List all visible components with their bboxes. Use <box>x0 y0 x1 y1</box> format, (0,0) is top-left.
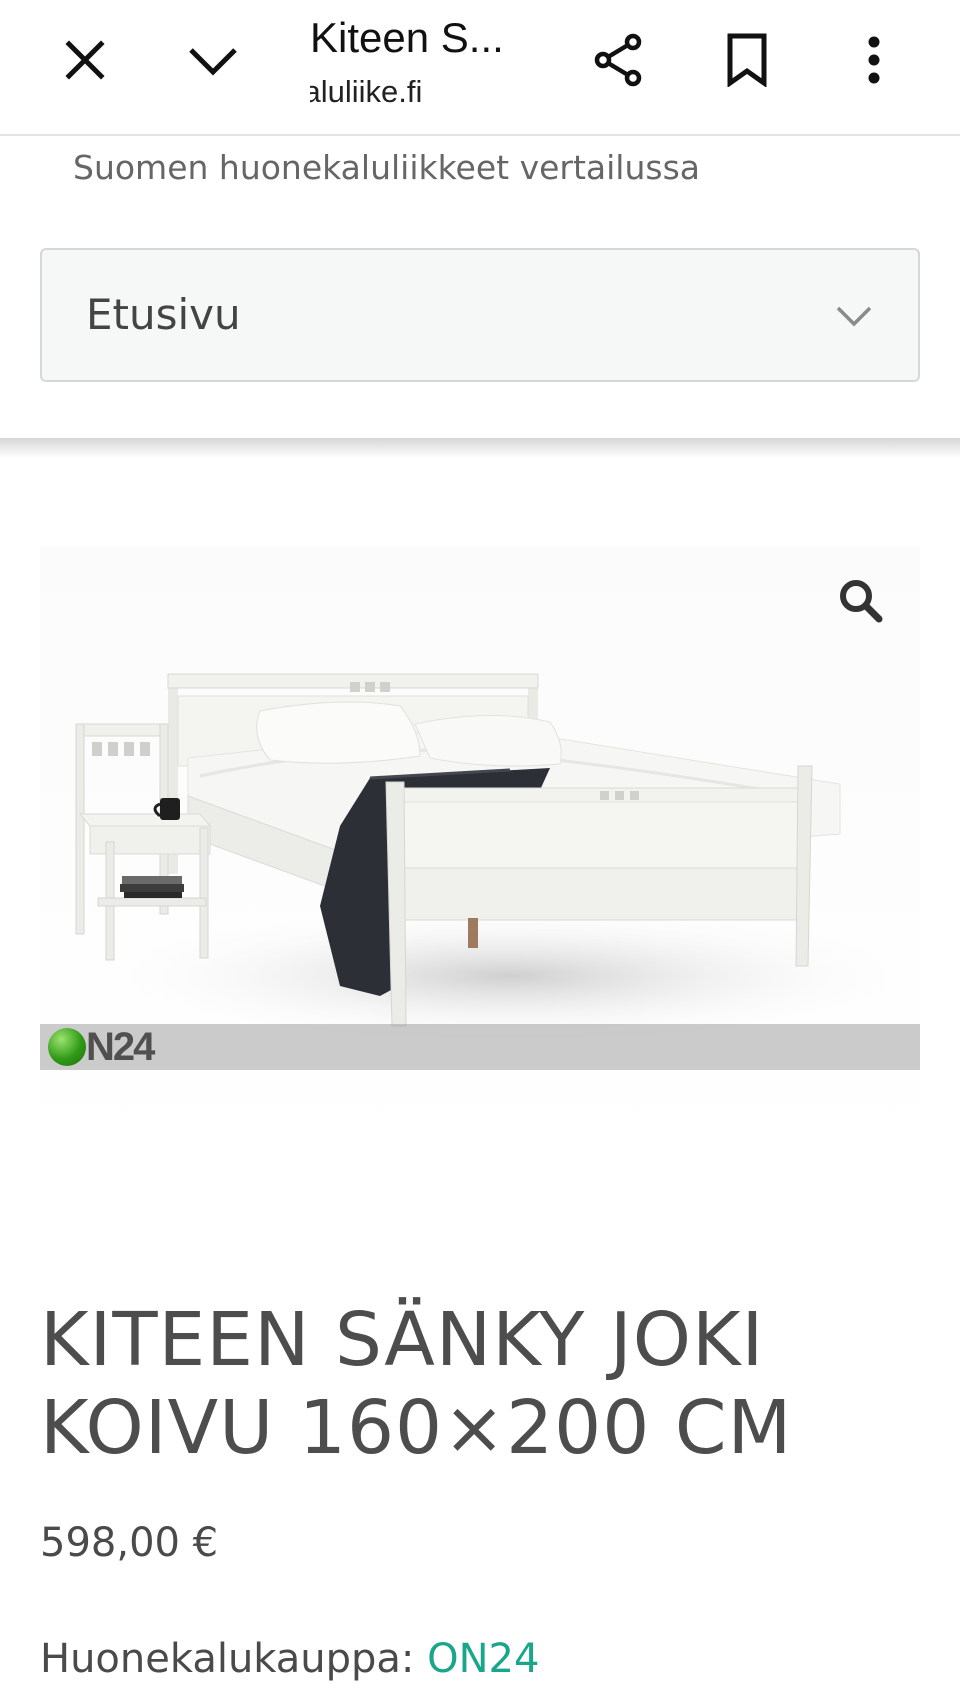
watermark-text: N24 <box>86 1024 155 1069</box>
share-button[interactable] <box>587 28 651 92</box>
share-icon <box>591 32 647 88</box>
more-vert-icon <box>866 36 882 84</box>
search-icon <box>837 577 885 630</box>
browser-toolbar: Kiteen S... kaluliike.fi <box>0 0 960 136</box>
chevron-down-icon <box>834 296 874 341</box>
store-info: Huonekalukauppa: ON24 <box>40 1636 539 1682</box>
store-label: Huonekalukauppa: <box>40 1636 415 1682</box>
close-icon <box>63 38 107 82</box>
chevron-down-icon <box>187 34 239 86</box>
store-link[interactable]: ON24 <box>427 1636 539 1682</box>
close-button[interactable] <box>53 28 117 92</box>
on24-logo: N24 <box>48 1024 155 1069</box>
navigation-select-value: Etusivu <box>86 290 241 339</box>
header-shadow <box>0 438 960 458</box>
page-title: Kiteen S... <box>310 14 504 61</box>
product-image[interactable] <box>40 546 920 1176</box>
bookmark-icon <box>725 33 769 87</box>
minimize-button[interactable] <box>181 28 245 92</box>
more-options-button[interactable] <box>842 28 906 92</box>
site-tagline: Suomen huonekaluliikkeet vertailussa <box>73 148 700 187</box>
logo-dot-icon <box>48 1028 86 1066</box>
store-watermark: N24 <box>40 1024 920 1070</box>
bookmark-button[interactable] <box>715 28 779 92</box>
product-price: 598,00 € <box>40 1520 219 1566</box>
navigation-select[interactable]: Etusivu <box>40 248 920 382</box>
product-title: KITEEN SÄNKY JOKI KOIVU 160×200 CM <box>40 1297 793 1471</box>
zoom-button[interactable] <box>826 568 896 638</box>
page-url: kaluliike.fi <box>310 74 423 109</box>
